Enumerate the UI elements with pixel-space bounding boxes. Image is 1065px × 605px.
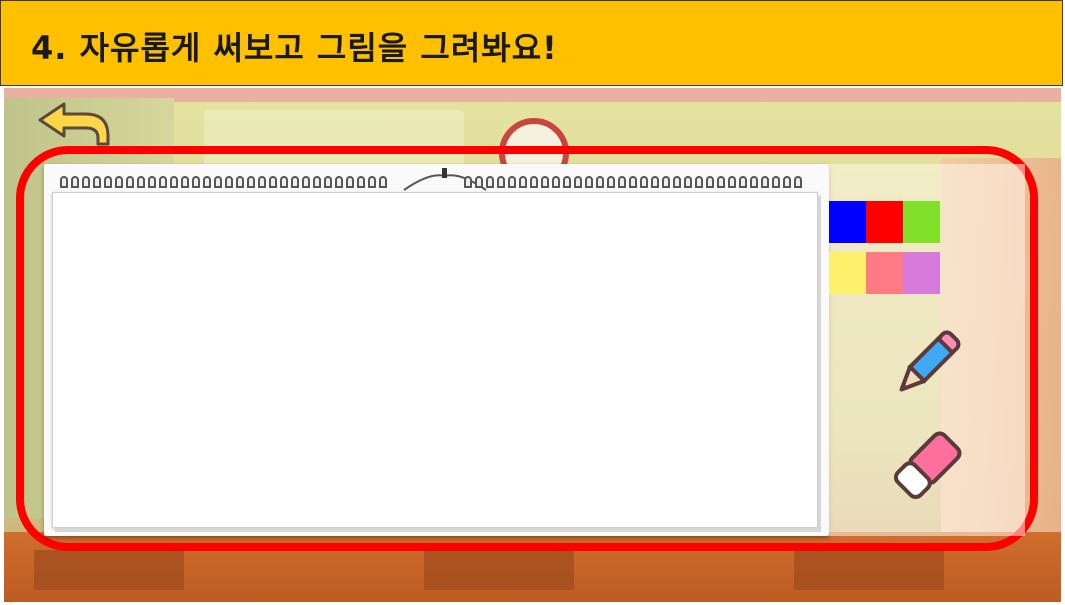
header-bar: 4. 자유롭게 써보고 그림을 그려봐요!: [0, 0, 1063, 86]
back-arrow-icon: [38, 102, 110, 146]
pencil-icon: [899, 330, 961, 392]
color-swatch-purple[interactable]: [903, 252, 940, 294]
color-swatch-pink[interactable]: [866, 252, 903, 294]
desk: [424, 550, 574, 590]
color-swatch-green[interactable]: [903, 201, 940, 243]
desk: [794, 550, 944, 590]
page-title: 4. 자유롭게 써보고 그림을 그려봐요!: [31, 29, 558, 67]
color-swatch-blue[interactable]: [829, 201, 866, 243]
eraser-icon: [893, 431, 962, 500]
back-button[interactable]: [34, 98, 112, 150]
eraser-button[interactable]: [885, 424, 969, 508]
pencil-button[interactable]: [885, 322, 969, 406]
drawing-canvas[interactable]: [52, 192, 818, 528]
notebook: [44, 164, 829, 536]
desk: [34, 550, 184, 590]
color-swatch-red[interactable]: [866, 201, 903, 243]
color-swatch-yellow[interactable]: [829, 252, 866, 294]
